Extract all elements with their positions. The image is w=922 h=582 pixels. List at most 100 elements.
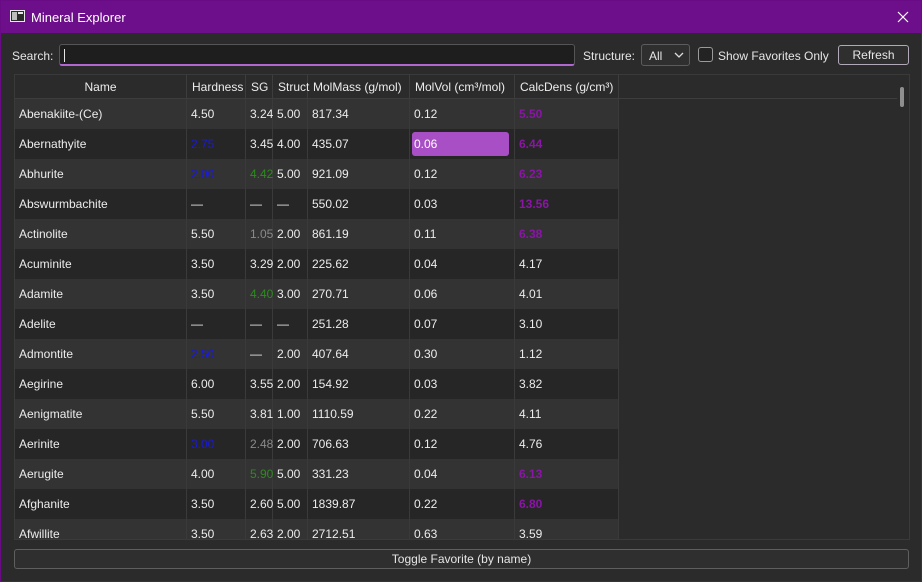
cell-struct[interactable]: 2.00 xyxy=(273,249,308,279)
cell-struct[interactable]: 5.00 xyxy=(273,459,308,489)
vertical-scrollbar[interactable] xyxy=(897,75,909,539)
cell-sg[interactable]: 3.81 xyxy=(246,399,273,429)
table-row[interactable]: Actinolite 5.50 1.05 2.00 861.19 0.11 6.38 xyxy=(15,219,899,249)
cell-calcdens[interactable]: 6.38 xyxy=(515,219,619,249)
cell-name[interactable]: Afwillite xyxy=(15,519,187,539)
column-header-molmass[interactable]: MolMass (g/mol) xyxy=(308,75,410,99)
cell-sg[interactable]: 5.90 xyxy=(246,459,273,489)
table-row[interactable]: Abhurite 2.00 4.42 5.00 921.09 0.12 6.23 xyxy=(15,159,899,189)
column-header-name[interactable]: Name xyxy=(15,75,187,99)
table-row[interactable]: Aegirine 6.00 3.55 2.00 154.92 0.03 3.82 xyxy=(15,369,899,399)
cell-molvol[interactable]: 0.03 xyxy=(410,369,515,399)
cell-sg[interactable]: 2.48 xyxy=(246,429,273,459)
column-header-sg[interactable]: SG xyxy=(246,75,273,99)
cell-struct[interactable]: 3.00 xyxy=(273,279,308,309)
cell-struct[interactable]: 2.00 xyxy=(273,519,308,539)
cell-calcdens[interactable]: 13.56 xyxy=(515,189,619,219)
column-header-struct[interactable]: Struct xyxy=(273,75,309,99)
cell-calcdens[interactable]: 3.59 xyxy=(515,519,619,539)
cell-molvol[interactable]: 0.04 xyxy=(410,249,515,279)
cell-molmass[interactable]: 921.09 xyxy=(308,159,410,189)
cell-molvol[interactable]: 0.03 xyxy=(410,189,515,219)
cell-sg[interactable]: — xyxy=(246,339,273,369)
cell-molmass[interactable]: 251.28 xyxy=(308,309,410,339)
cell-name[interactable]: Aegirine xyxy=(15,369,187,399)
cell-hardness[interactable]: 5.50 xyxy=(187,399,246,429)
table-row[interactable]: Adamite 3.50 4.40 3.00 270.71 0.06 4.01 xyxy=(15,279,899,309)
cell-name[interactable]: Adelite xyxy=(15,309,187,339)
table-row[interactable]: Acuminite 3.50 3.29 2.00 225.62 0.04 4.17 xyxy=(15,249,899,279)
cell-calcdens[interactable]: 6.44 xyxy=(515,129,619,159)
toggle-favorite-button[interactable]: Toggle Favorite (by name) xyxy=(14,549,909,569)
cell-molmass[interactable]: 435.07 xyxy=(308,129,410,159)
close-button[interactable] xyxy=(891,5,915,29)
cell-sg[interactable]: 3.24 xyxy=(246,99,273,129)
cell-struct[interactable]: 2.00 xyxy=(273,219,308,249)
cell-molmass[interactable]: 407.64 xyxy=(308,339,410,369)
cell-calcdens[interactable]: 6.13 xyxy=(515,459,619,489)
refresh-button[interactable]: Refresh xyxy=(838,45,909,65)
cell-sg[interactable]: 3.45 xyxy=(246,129,273,159)
table-row[interactable]: Aerugite 4.00 5.90 5.00 331.23 0.04 6.13 xyxy=(15,459,899,489)
cell-sg[interactable]: 3.55 xyxy=(246,369,273,399)
cell-name[interactable]: Actinolite xyxy=(15,219,187,249)
cell-molvol[interactable]: 0.12 xyxy=(410,159,515,189)
cell-hardness[interactable]: — xyxy=(187,309,246,339)
cell-molvol[interactable]: 0.04 xyxy=(410,459,515,489)
cell-molmass[interactable]: 861.19 xyxy=(308,219,410,249)
cell-sg[interactable]: 3.29 xyxy=(246,249,273,279)
cell-name[interactable]: Abswurmbachite xyxy=(15,189,187,219)
cell-molvol[interactable]: 0.06 xyxy=(410,129,515,159)
cell-struct[interactable]: 5.00 xyxy=(273,99,308,129)
table-row[interactable]: Admontite 2.50—2.00 407.64 0.30 1.12 xyxy=(15,339,899,369)
cell-struct[interactable]: — xyxy=(273,189,308,219)
cell-hardness[interactable]: 2.50 xyxy=(187,339,246,369)
cell-hardness[interactable]: 2.00 xyxy=(187,159,246,189)
cell-molmass[interactable]: 270.71 xyxy=(308,279,410,309)
table-row[interactable]: Abernathyite 2.75 3.45 4.00 435.07 0.06 6.44 xyxy=(15,129,899,159)
table-row[interactable]: Aenigmatite 5.50 3.81 1.00 1110.59 0.22 4.11 xyxy=(15,399,899,429)
table-row[interactable]: Afwillite 3.50 2.63 2.00 2712.51 0.63 3.59 xyxy=(15,519,899,539)
cell-struct[interactable]: 2.00 xyxy=(273,369,308,399)
cell-hardness[interactable]: 3.50 xyxy=(187,279,246,309)
cell-molvol[interactable]: 0.06 xyxy=(410,279,515,309)
cell-molmass[interactable]: 331.23 xyxy=(308,459,410,489)
cell-molvol[interactable]: 0.11 xyxy=(410,219,515,249)
cell-calcdens[interactable]: 4.11 xyxy=(515,399,619,429)
cell-calcdens[interactable]: 4.17 xyxy=(515,249,619,279)
cell-struct[interactable]: 1.00 xyxy=(273,399,308,429)
cell-hardness[interactable]: 4.00 xyxy=(187,459,246,489)
column-header-hardness[interactable]: Hardness xyxy=(187,75,246,99)
cell-molmass[interactable]: 1839.87 xyxy=(308,489,410,519)
cell-sg[interactable]: 2.60 xyxy=(246,489,273,519)
cell-sg[interactable]: 4.40 xyxy=(246,279,273,309)
cell-calcdens[interactable]: 6.23 xyxy=(515,159,619,189)
column-header-molvol[interactable]: MolVol (cm³/mol) xyxy=(410,75,515,99)
cell-molvol[interactable]: 0.63 xyxy=(410,519,515,539)
cell-name[interactable]: Abernathyite xyxy=(15,129,187,159)
cell-calcdens[interactable]: 4.01 xyxy=(515,279,619,309)
cell-struct[interactable]: 5.00 xyxy=(273,489,308,519)
cell-struct[interactable]: 2.00 xyxy=(273,429,308,459)
cell-struct[interactable]: 2.00 xyxy=(273,339,308,369)
search-input[interactable] xyxy=(59,44,575,66)
table-row[interactable]: Abswurmbachite — — —550.02 0.03 13.56 xyxy=(15,189,899,219)
cell-sg[interactable]: 4.42 xyxy=(246,159,273,189)
show-favorites-checkbox[interactable] xyxy=(698,47,713,62)
cell-name[interactable]: Aenigmatite xyxy=(15,399,187,429)
cell-molvol[interactable]: 0.22 xyxy=(410,399,515,429)
cell-struct[interactable]: 4.00 xyxy=(273,129,308,159)
cell-molmass[interactable]: 550.02 xyxy=(308,189,410,219)
cell-calcdens[interactable]: 6.80 xyxy=(515,489,619,519)
cell-calcdens[interactable]: 3.10 xyxy=(515,309,619,339)
cell-hardness[interactable]: 6.00 xyxy=(187,369,246,399)
column-header-calcdens[interactable]: CalcDens (g/cm³) xyxy=(515,75,619,99)
cell-molmass[interactable]: 154.92 xyxy=(308,369,410,399)
cell-calcdens[interactable]: 3.82 xyxy=(515,369,619,399)
cell-name[interactable]: Abenakiite-(Ce) xyxy=(15,99,187,129)
cell-hardness[interactable]: — xyxy=(187,189,246,219)
cell-name[interactable]: Abhurite xyxy=(15,159,187,189)
cell-struct[interactable]: — xyxy=(273,309,308,339)
cell-molvol[interactable]: 0.07 xyxy=(410,309,515,339)
cell-name[interactable]: Acuminite xyxy=(15,249,187,279)
